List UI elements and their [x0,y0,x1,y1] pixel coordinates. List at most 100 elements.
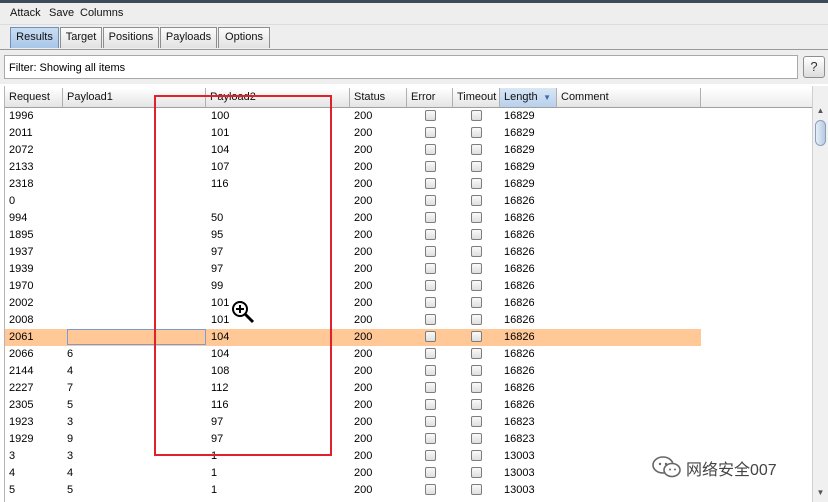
table-row[interactable]: 2061 104 200 16826 [5,329,701,346]
timeout-checkbox[interactable] [471,365,482,376]
timeout-checkbox[interactable] [471,314,482,325]
table-row[interactable]: 0 200 16826 [5,193,701,210]
vertical-scrollbar[interactable]: ▲ ▼ [812,86,828,502]
table-row[interactable]: 2305 5 116 200 16826 [5,397,701,414]
table-row[interactable]: 2318 116 200 16829 [5,176,701,193]
timeout-checkbox[interactable] [471,127,482,138]
timeout-checkbox[interactable] [471,178,482,189]
menu-attack[interactable]: Attack [10,7,41,19]
error-checkbox[interactable] [425,433,436,444]
column-header-status[interactable]: Status [350,88,407,108]
table-row[interactable]: 2008 101 200 16826 [5,312,701,329]
error-checkbox[interactable] [425,263,436,274]
cell-request: 994 [9,212,28,224]
table-row[interactable]: 1996 100 200 16829 [5,108,701,125]
cell-length: 16823 [504,433,535,445]
cell-length: 16826 [504,195,535,207]
table-row[interactable]: 1939 97 200 16826 [5,261,701,278]
error-checkbox[interactable] [425,127,436,138]
error-checkbox[interactable] [425,195,436,206]
table-row[interactable]: 2133 107 200 16829 [5,159,701,176]
filter-bar[interactable]: Filter: Showing all items [4,55,798,79]
error-checkbox[interactable] [425,484,436,495]
error-checkbox[interactable] [425,314,436,325]
cell-status: 200 [354,433,373,445]
table-row[interactable]: 2072 104 200 16829 [5,142,701,159]
table-row[interactable]: 2002 101 200 16826 [5,295,701,312]
table-row[interactable]: 1937 97 200 16826 [5,244,701,261]
timeout-checkbox[interactable] [471,416,482,427]
error-checkbox[interactable] [425,229,436,240]
cell-status: 200 [354,297,373,309]
tab-results[interactable]: Results [10,27,59,48]
table-row[interactable]: 1923 3 97 200 16823 [5,414,701,431]
timeout-checkbox[interactable] [471,110,482,121]
menu-columns[interactable]: Columns [80,7,123,19]
table-row[interactable]: 3 3 1 200 13003 [5,448,701,465]
timeout-checkbox[interactable] [471,399,482,410]
table-row[interactable]: 994 50 200 16826 [5,210,701,227]
column-header-error[interactable]: Error [407,88,453,108]
error-checkbox[interactable] [425,467,436,478]
table-row[interactable]: 2011 101 200 16829 [5,125,701,142]
timeout-checkbox[interactable] [471,212,482,223]
timeout-checkbox[interactable] [471,229,482,240]
timeout-checkbox[interactable] [471,144,482,155]
error-checkbox[interactable] [425,144,436,155]
error-checkbox[interactable] [425,212,436,223]
table-row[interactable]: 2227 7 112 200 16826 [5,380,701,397]
cell-payload1: 7 [67,382,74,394]
table-row[interactable]: 1970 99 200 16826 [5,278,701,295]
timeout-checkbox[interactable] [471,450,482,461]
error-checkbox[interactable] [425,297,436,308]
help-button[interactable]: ? [803,56,825,78]
table-row[interactable]: 2144 4 108 200 16826 [5,363,701,380]
timeout-checkbox[interactable] [471,161,482,172]
table-row[interactable]: 1895 95 200 16826 [5,227,701,244]
error-checkbox[interactable] [425,246,436,257]
tab-payloads[interactable]: Payloads [160,27,217,48]
error-checkbox[interactable] [425,348,436,359]
timeout-checkbox[interactable] [471,331,482,342]
column-header-timeout[interactable]: Timeout [453,88,500,108]
error-checkbox[interactable] [425,365,436,376]
error-checkbox[interactable] [425,399,436,410]
cell-request: 2066 [9,348,34,360]
error-checkbox[interactable] [425,161,436,172]
column-header-request[interactable]: Request [5,88,63,108]
timeout-checkbox[interactable] [471,433,482,444]
timeout-checkbox[interactable] [471,382,482,393]
table-row[interactable]: 2066 6 104 200 16826 [5,346,701,363]
tab-positions[interactable]: Positions [103,27,159,48]
column-header-comment[interactable]: Comment [557,88,701,108]
timeout-checkbox[interactable] [471,195,482,206]
timeout-checkbox[interactable] [471,484,482,495]
timeout-checkbox[interactable] [471,263,482,274]
error-checkbox[interactable] [425,331,436,342]
column-header-length[interactable]: Length ▼ [500,88,557,108]
timeout-checkbox[interactable] [471,280,482,291]
timeout-checkbox[interactable] [471,246,482,257]
scrollbar-thumb[interactable] [815,120,826,146]
error-checkbox[interactable] [425,280,436,291]
table-row[interactable]: 5 5 1 200 13003 [5,482,701,499]
error-checkbox[interactable] [425,450,436,461]
error-checkbox[interactable] [425,110,436,121]
cell-payload1: 4 [67,365,74,377]
table-row[interactable]: 4 4 1 200 13003 [5,465,701,482]
menu-save[interactable]: Save [49,7,74,19]
tab-options[interactable]: Options [218,27,270,48]
error-checkbox[interactable] [425,178,436,189]
timeout-checkbox[interactable] [471,467,482,478]
timeout-checkbox[interactable] [471,348,482,359]
scroll-down-arrow-icon[interactable]: ▼ [814,486,827,499]
cell-request: 2008 [9,314,34,326]
error-checkbox[interactable] [425,416,436,427]
timeout-checkbox[interactable] [471,297,482,308]
scroll-up-arrow-icon[interactable]: ▲ [814,104,827,117]
cell-request: 1939 [9,263,34,275]
table-row[interactable]: 1929 9 97 200 16823 [5,431,701,448]
error-checkbox[interactable] [425,382,436,393]
cell-payload1: 4 [67,467,74,479]
tab-target[interactable]: Target [60,27,102,48]
